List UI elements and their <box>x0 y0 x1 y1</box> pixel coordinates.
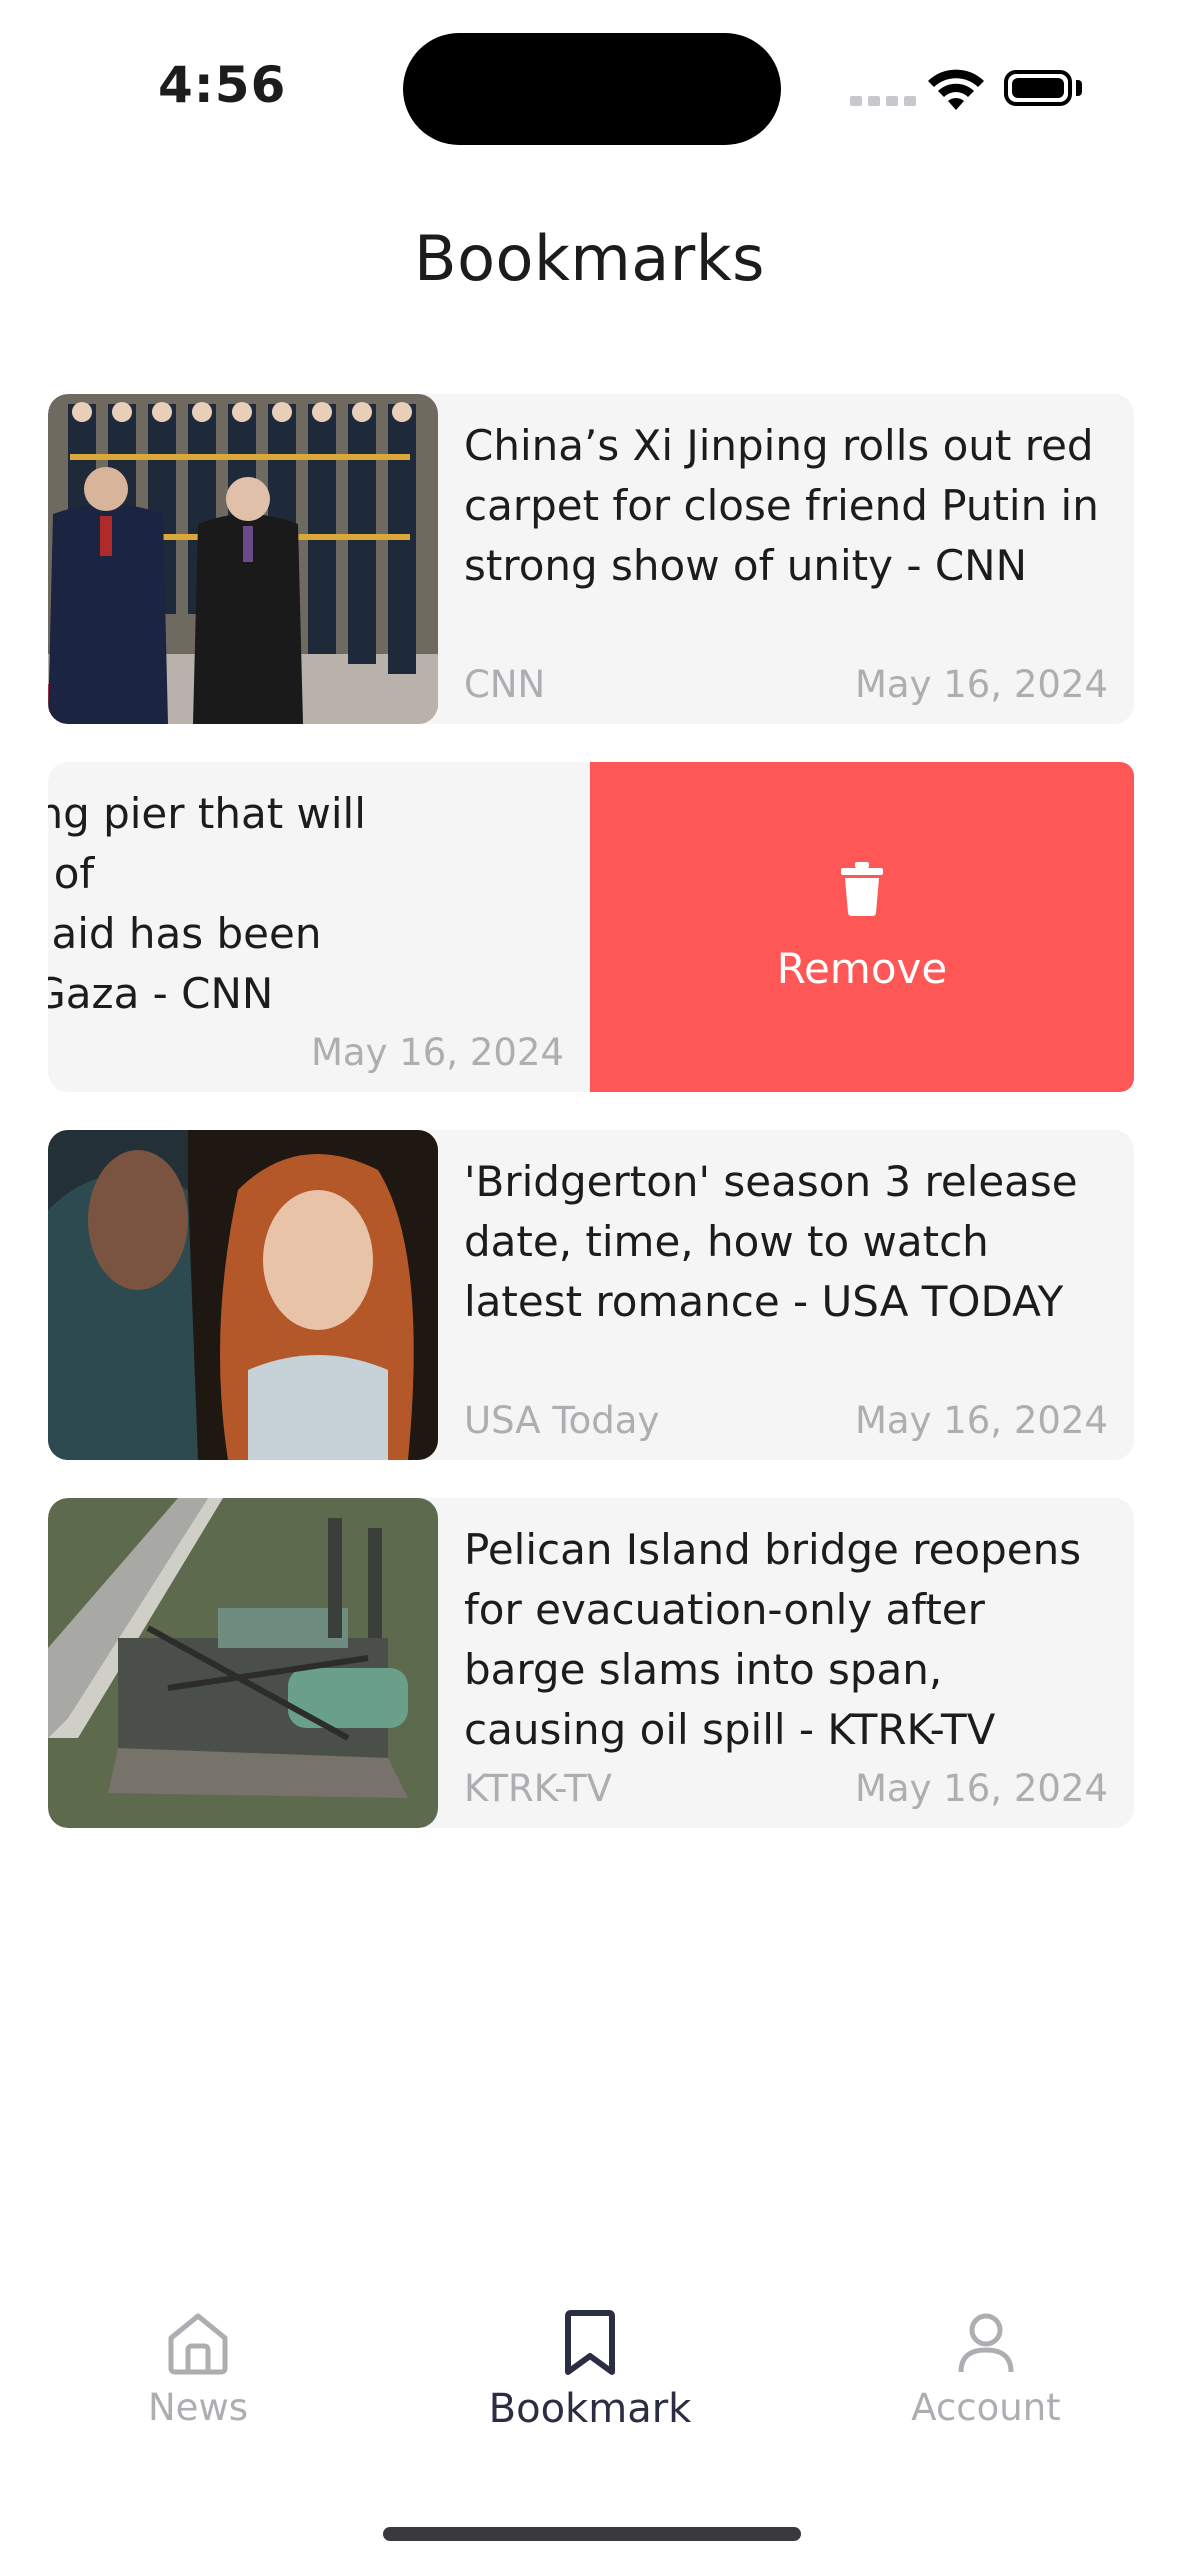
bookmark-card[interactable]: Pelican Island bridge reopens for evacua… <box>48 1498 1134 1828</box>
remove-label: Remove <box>776 943 948 993</box>
swiped-card-content[interactable]: built floating pier that will w delivery… <box>48 762 590 1092</box>
article-thumbnail <box>48 1130 438 1460</box>
tab-bookmark-label: Bookmark <box>488 2386 692 2432</box>
tab-account-label: Account <box>911 2386 1061 2429</box>
article-date: May 16, 2024 <box>854 1399 1108 1442</box>
article-thumbnail <box>48 394 438 724</box>
tab-news-label: News <box>148 2386 248 2429</box>
article-headline: 'Bridgerton' season 3 release date, time… <box>464 1157 1078 1326</box>
bookmark-card[interactable]: 'Bridgerton' season 3 release date, time… <box>48 1130 1134 1460</box>
article-date: May 16, 2024 <box>854 663 1108 706</box>
remove-button[interactable]: Remove <box>590 762 1134 1092</box>
tab-news[interactable]: News <box>48 2310 348 2429</box>
battery-icon <box>1004 70 1072 106</box>
article-headline: China’s Xi Jinping rolls out red carpet … <box>464 421 1099 590</box>
article-source: CNN <box>464 663 546 706</box>
bookmark-card-swiped[interactable]: built floating pier that will w delivery… <box>48 762 1134 1092</box>
article-date: May 16, 2024 <box>310 1031 564 1074</box>
bookmark-icon <box>565 2310 615 2375</box>
headline-line: nanitarian aid has been <box>48 909 322 958</box>
article-headline: built floating pier that will w delivery… <box>48 784 564 1024</box>
home-icon <box>168 2313 228 2375</box>
article-source: KTRK-TV <box>464 1767 612 1810</box>
headline-line: built floating pier that will <box>48 789 366 838</box>
battery-tip <box>1076 80 1082 96</box>
article-date: May 16, 2024 <box>854 1767 1108 1810</box>
wifi-icon <box>928 69 984 110</box>
trash-icon <box>841 861 883 916</box>
tab-account[interactable]: Account <box>836 2310 1136 2429</box>
article-headline: Pelican Island bridge reopens for evacua… <box>464 1525 1082 1754</box>
tab-bookmark[interactable]: Bookmark <box>440 2310 740 2432</box>
article-source: USA Today <box>464 1399 660 1442</box>
dynamic-island <box>403 33 781 145</box>
bookmark-card[interactable]: China’s Xi Jinping rolls out red carpet … <box>48 394 1134 724</box>
article-thumbnail <box>48 1498 438 1828</box>
cellular-signal-icon <box>850 96 916 106</box>
status-time: 4:56 <box>158 56 287 114</box>
headline-line: chored in Gaza - CNN <box>48 969 274 1018</box>
headline-line: w delivery of <box>48 849 95 898</box>
page-title: Bookmarks <box>414 222 765 295</box>
person-icon <box>958 2313 1014 2373</box>
home-indicator <box>383 2527 801 2541</box>
